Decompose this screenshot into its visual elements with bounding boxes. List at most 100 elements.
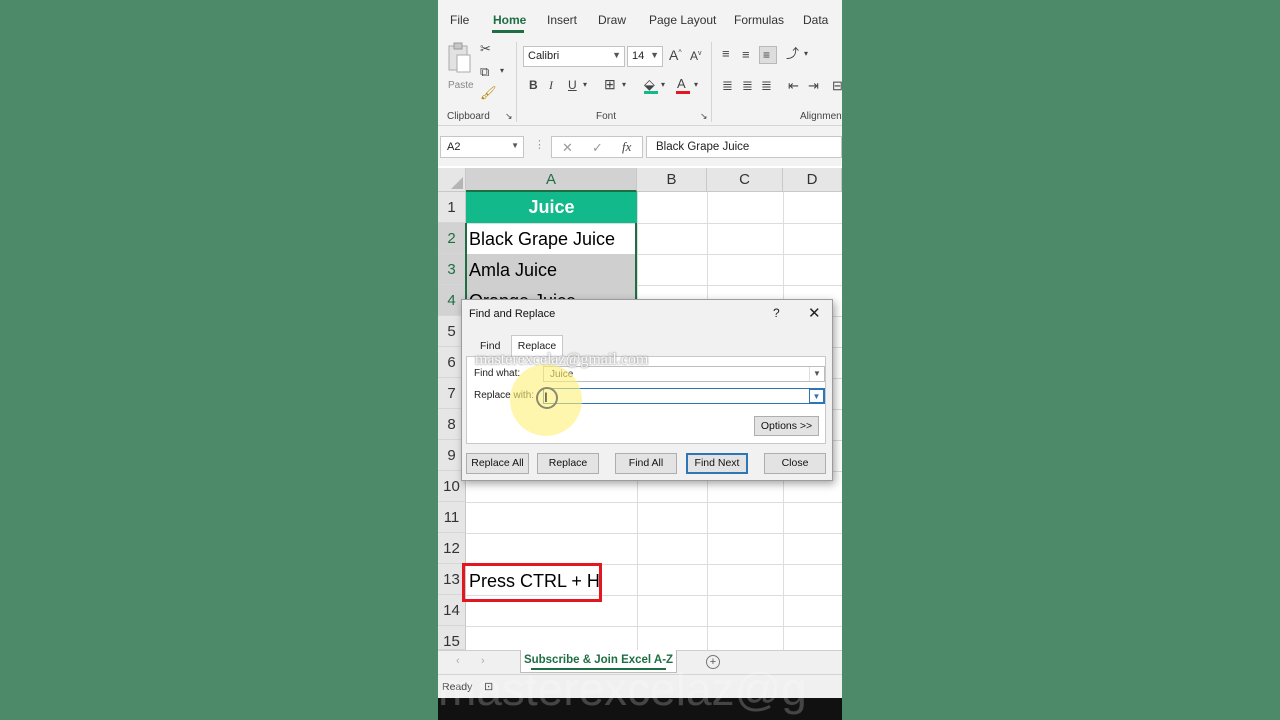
options-button[interactable]: Options >> [754,416,819,436]
font-name-combo[interactable]: Calibri ▼ [523,46,625,67]
chevron-down-icon[interactable]: ▾ [622,81,626,89]
find-all-button[interactable]: Find All [615,453,677,474]
find-next-button[interactable]: Find Next [686,453,748,474]
borders-icon[interactable]: ⊞ [604,77,616,91]
underline-button[interactable]: U [568,79,577,91]
row-header-1[interactable]: 1 [438,192,466,223]
decrease-indent-icon[interactable]: ⇤ [788,79,799,92]
align-center-icon[interactable]: ≣ [742,79,753,92]
paste-icon [448,42,471,73]
font-size-combo[interactable]: 14 ▼ [627,46,663,67]
tab-file[interactable]: File [450,13,469,27]
add-sheet-icon[interactable]: + [706,655,720,669]
dialog-launcher-icon[interactable]: ↘ [700,112,708,121]
bottom-bar [438,698,842,720]
ribbon: Paste ✂ ⧉ ▾ 🖌 Clipboard ↘ Calibri ▼ 14 ▼… [438,34,842,126]
replace-with-input[interactable]: ▼ [543,388,825,404]
fill-color-icon[interactable]: ⬙ [644,77,655,91]
merge-icon[interactable]: ⊟ [832,79,842,92]
tab-formulas[interactable]: Formulas [734,13,784,27]
email-overlay: masterexcelaz@gmail.com [475,351,649,368]
cell-a1[interactable]: Juice [466,192,637,223]
bold-button[interactable]: B [529,79,538,91]
chevron-down-icon: ▼ [511,141,519,150]
chevron-down-icon: ▼ [650,50,659,60]
dialog-launcher-icon[interactable]: ↘ [505,112,513,121]
name-box[interactable]: A2 ▼ [440,136,524,158]
cut-icon[interactable]: ✂ [480,42,491,55]
divider [516,42,517,122]
align-top-icon[interactable]: ≡ [722,47,730,60]
excel-window: File Home Insert Draw Page Layout Formul… [438,0,842,720]
ribbon-tabs: File Home Insert Draw Page Layout Formul… [438,0,842,34]
close-button[interactable]: Close [764,453,826,474]
italic-button[interactable]: I [549,79,553,91]
paste-label: Paste [448,80,474,91]
active-tab-indicator [492,30,524,33]
column-header-a[interactable]: A [466,168,637,192]
insert-function-icon[interactable]: fx [622,140,631,153]
column-header-d[interactable]: D [783,168,842,192]
row-header-15[interactable]: 15 [438,626,466,650]
alignment-group-label: Alignment [800,111,842,122]
column-header-b[interactable]: B [637,168,707,192]
fill-color-swatch [644,91,658,94]
row-header-11[interactable]: 11 [438,502,466,533]
align-middle-icon[interactable]: ≡ [742,48,750,61]
paste-button[interactable]: Paste [446,40,474,91]
orientation-icon[interactable]: ⤴ [786,47,799,60]
chevron-down-icon[interactable]: ▾ [583,81,587,89]
chevron-down-icon[interactable]: ▾ [661,81,665,89]
tab-page-layout[interactable]: Page Layout [649,13,716,27]
tab-data[interactable]: Data [803,13,828,27]
chevron-down-icon[interactable]: ▼ [809,389,824,403]
row-header-3[interactable]: 3 [438,254,466,285]
select-all-button[interactable] [438,168,466,192]
chevron-down-icon: ▼ [612,50,621,60]
macro-record-icon[interactable]: ⊡ [484,680,493,693]
tab-home[interactable]: Home [493,13,526,27]
chevron-down-icon[interactable]: ▼ [809,367,824,381]
tab-insert[interactable]: Insert [547,13,577,27]
find-what-label: Find what: [474,368,521,379]
formula-bar: A2 ▼ ⋮ ✕ ✓ fx Black Grape Juice [438,126,842,166]
clipboard-group-label: Clipboard [447,111,490,122]
spreadsheet-grid: A B C D 1 2 3 4 5 6 7 8 9 10 11 12 13 14… [438,168,842,650]
replace-all-button[interactable]: Replace All [466,453,529,474]
column-header-c[interactable]: C [707,168,783,192]
row-header-2[interactable]: 2 [438,223,466,254]
grow-font-icon[interactable]: A^ [669,48,682,62]
more-icon: ⋮ [534,139,545,151]
help-button[interactable]: ? [773,306,780,320]
shrink-font-icon[interactable]: Av [690,50,702,62]
chevron-right-icon[interactable]: › [481,655,485,667]
cancel-icon[interactable]: ✕ [562,141,573,154]
status-ready: Ready [442,681,473,693]
highlight-box [462,563,602,602]
sheet-tab-active[interactable]: Subscribe & Join Excel A-Z [520,650,677,673]
dialog-title: Find and Replace [469,308,556,320]
align-bottom-button[interactable]: ≡ [759,46,777,64]
sheet-tabs-bar: ‹ › Subscribe & Join Excel A-Z + [438,650,842,674]
increase-indent-icon[interactable]: ⇥ [808,79,819,92]
chevron-down-icon[interactable]: ▾ [500,67,504,75]
enter-icon[interactable]: ✓ [592,141,603,154]
formula-input[interactable]: Black Grape Juice [646,136,842,158]
align-bottom-icon: ≡ [763,48,771,62]
font-color-swatch [676,91,690,94]
format-painter-icon[interactable]: 🖌 [480,86,497,99]
chevron-down-icon[interactable]: ▾ [694,81,698,89]
replace-button[interactable]: Replace [537,453,599,474]
font-color-icon[interactable]: A [677,77,686,90]
dialog-close-icon[interactable]: ✕ [808,304,821,322]
align-right-icon[interactable]: ≣ [761,79,772,92]
font-size-value: 14 [632,50,645,62]
tab-draw[interactable]: Draw [598,13,626,27]
formula-controls: ✕ ✓ fx [551,136,643,158]
align-left-icon[interactable]: ≣ [722,79,733,92]
chevron-left-icon[interactable]: ‹ [456,655,460,667]
row-header-12[interactable]: 12 [438,533,466,564]
chevron-down-icon[interactable]: ▾ [804,50,808,58]
copy-icon[interactable]: ⧉ [480,65,489,78]
name-box-value: A2 [447,141,461,153]
